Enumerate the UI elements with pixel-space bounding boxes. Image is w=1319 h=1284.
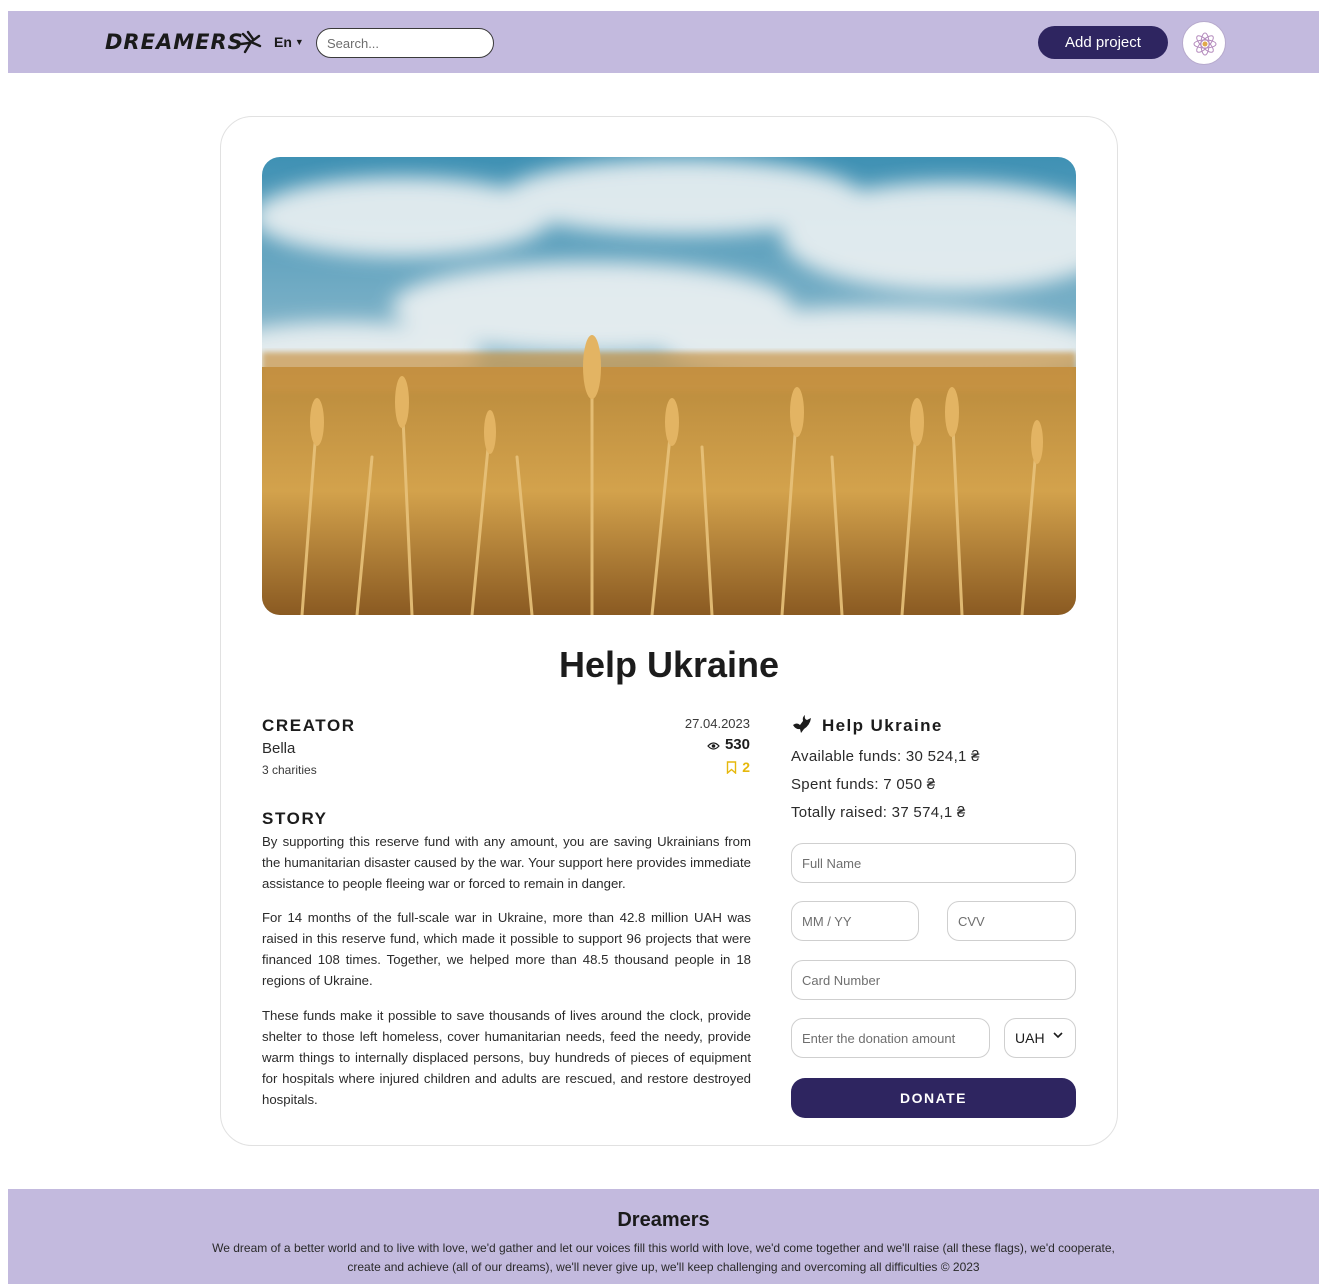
footer-title: Dreamers (617, 1209, 710, 1231)
total-raised: Totally raised: 37 574,1 ₴ (791, 804, 966, 821)
add-project-button[interactable]: Add project (1038, 26, 1168, 59)
footer-text: We dream of a better world and to live w… (208, 1239, 1119, 1277)
footer-line: create and achieve (all of our dreams), … (347, 1260, 980, 1274)
creator-name[interactable]: Bella (262, 740, 295, 757)
views-value: 530 (724, 736, 750, 753)
story-paragraph: By supporting this reserve fund with any… (262, 834, 751, 891)
top-navbar: DREAMERS En▼ Add project (8, 11, 1319, 73)
dove-icon (793, 715, 811, 733)
logo-text[interactable]: DREAMERS (105, 30, 244, 54)
caret-down-icon: ▼ (294, 37, 304, 47)
creator-heading: CREATOR (262, 716, 356, 735)
language-label: En (274, 34, 292, 50)
sparkle-logo-icon (239, 30, 262, 54)
project-hero-image (262, 157, 1076, 615)
project-title: Help Ukraine (558, 644, 780, 685)
donation-amount-field[interactable] (791, 1018, 990, 1058)
project-date: 27.04.2023 (684, 716, 750, 731)
donation-title: Help Ukraine (822, 716, 943, 735)
spent-funds: Spent funds: 7 050 ₴ (791, 776, 936, 793)
eye-icon (707, 742, 720, 750)
footer: Dreamers We dream of a better world and … (8, 1189, 1319, 1284)
creator-charities-count: 3 charities (262, 763, 317, 777)
language-select[interactable]: En ▼ (274, 34, 304, 50)
full-name-field[interactable] (791, 843, 1076, 883)
flower-avatar-icon (1193, 32, 1217, 56)
currency-value: UAH (1015, 1030, 1045, 1046)
donate-button[interactable]: DONATE (791, 1078, 1076, 1118)
expiry-field[interactable] (791, 901, 919, 941)
bookmark-value: 2 (742, 759, 750, 775)
search-input[interactable] (316, 28, 494, 58)
bookmark-count[interactable]: 2 (640, 759, 750, 775)
card-number-field[interactable] (791, 960, 1076, 1000)
bookmark-icon (727, 761, 737, 774)
available-funds: Available funds: 30 524,1 ₴ (791, 748, 980, 765)
currency-select[interactable]: UAH (1004, 1018, 1076, 1058)
story-paragraph: These funds make it possible to save tho… (262, 1008, 751, 1107)
story-heading: STORY (262, 809, 328, 828)
user-avatar[interactable] (1182, 21, 1226, 65)
cvv-field[interactable] (947, 901, 1076, 941)
views-count: 530 (640, 736, 750, 753)
story-paragraph: For 14 months of the full-scale war in U… (262, 910, 751, 988)
footer-line: We dream of a better world and to live w… (212, 1241, 1115, 1255)
chevron-down-icon (1053, 1032, 1063, 1039)
